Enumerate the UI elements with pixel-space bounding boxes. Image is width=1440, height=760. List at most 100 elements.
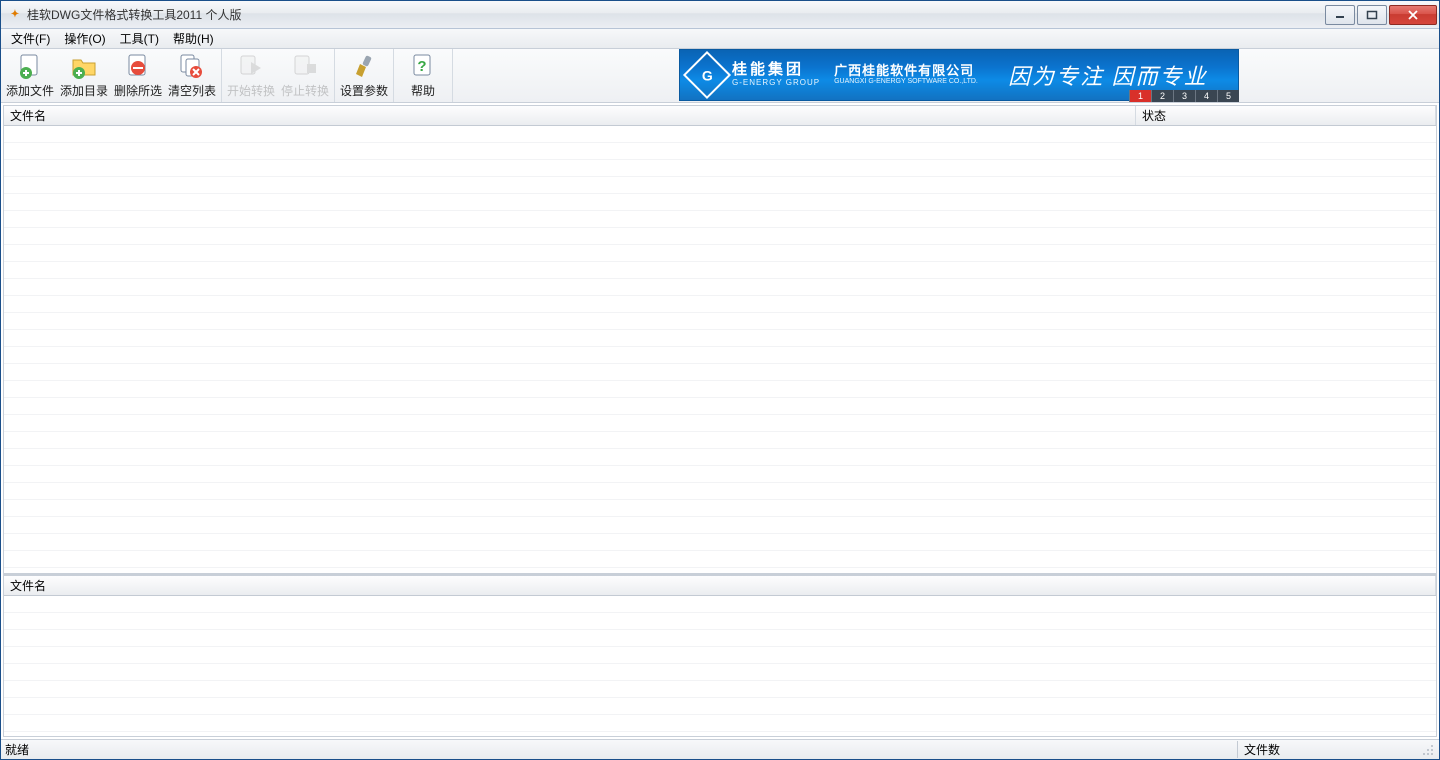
toolbar-group-settings: 设置参数 xyxy=(335,49,394,102)
table-row[interactable] xyxy=(4,415,1436,432)
start-icon xyxy=(237,52,265,80)
column-filename[interactable]: 文件名 xyxy=(4,106,1136,125)
add-file-icon xyxy=(16,52,44,80)
settings-icon xyxy=(350,52,378,80)
table-row[interactable] xyxy=(4,296,1436,313)
table-row[interactable] xyxy=(4,715,1436,732)
table-row[interactable] xyxy=(4,681,1436,698)
table-row[interactable] xyxy=(4,347,1436,364)
table-row[interactable] xyxy=(4,228,1436,245)
client-area: 文件名 状态 文件名 xyxy=(3,105,1437,737)
minimize-icon xyxy=(1334,10,1346,20)
table-row[interactable] xyxy=(4,449,1436,466)
table-row[interactable] xyxy=(4,664,1436,681)
table-row[interactable] xyxy=(4,381,1436,398)
banner-slogan: 因为专注 因而专业 xyxy=(978,59,1238,91)
table-row[interactable] xyxy=(4,466,1436,483)
banner-group-en: G-ENERGY GROUP xyxy=(732,79,820,88)
table-row[interactable] xyxy=(4,313,1436,330)
delete-icon xyxy=(124,52,152,80)
menu-tools[interactable]: 工具(T) xyxy=(114,28,165,49)
banner-page-2[interactable]: 2 xyxy=(1151,90,1173,102)
banner-page-1[interactable]: 1 xyxy=(1129,90,1151,102)
add-dir-button[interactable]: 添加目录 xyxy=(57,49,111,102)
window-title: 桂软DWG文件格式转换工具2011 个人版 xyxy=(27,6,241,23)
settings-button[interactable]: 设置参数 xyxy=(337,49,391,102)
delete-selected-button[interactable]: 删除所选 xyxy=(111,49,165,102)
banner-group-cn: 桂能集团 xyxy=(732,62,820,79)
table-row[interactable] xyxy=(4,483,1436,500)
table-row[interactable] xyxy=(4,279,1436,296)
table-row[interactable] xyxy=(4,630,1436,647)
clear-list-button[interactable]: 清空列表 xyxy=(165,49,219,102)
table-row[interactable] xyxy=(4,126,1436,143)
clear-label: 清空列表 xyxy=(168,82,216,99)
banner-group-name: 桂能集团 G-ENERGY GROUP xyxy=(732,62,820,87)
banner-logo-block: G 桂能集团 G-ENERGY GROUP 广西桂能软件有限公司 GUANGXI… xyxy=(680,58,978,92)
help-button[interactable]: ? 帮助 xyxy=(396,49,450,102)
table-row[interactable] xyxy=(4,534,1436,551)
toolbar-group-convert: 开始转换 停止转换 xyxy=(222,49,335,102)
banner-page-3[interactable]: 3 xyxy=(1173,90,1195,102)
menu-help[interactable]: 帮助(H) xyxy=(167,28,220,49)
add-file-button[interactable]: 添加文件 xyxy=(3,49,57,102)
table-row[interactable] xyxy=(4,177,1436,194)
file-list-header: 文件名 状态 xyxy=(4,106,1436,126)
start-label: 开始转换 xyxy=(227,82,275,99)
table-row[interactable] xyxy=(4,647,1436,664)
table-row[interactable] xyxy=(4,160,1436,177)
stop-icon xyxy=(291,52,319,80)
status-ready: 就绪 xyxy=(5,741,29,758)
add-file-label: 添加文件 xyxy=(6,82,54,99)
settings-label: 设置参数 xyxy=(340,82,388,99)
svg-text:?: ? xyxy=(417,58,426,75)
minimize-button[interactable] xyxy=(1325,5,1355,25)
banner-pager: 1 2 3 4 5 xyxy=(1129,90,1239,102)
table-row[interactable] xyxy=(4,398,1436,415)
file-list-body-2[interactable] xyxy=(4,596,1436,736)
close-button[interactable] xyxy=(1389,5,1437,25)
menu-bar: 文件(F) 操作(O) 工具(T) 帮助(H) xyxy=(1,29,1439,49)
toolbar-group-help: ? 帮助 xyxy=(394,49,453,102)
table-row[interactable] xyxy=(4,262,1436,279)
window-controls xyxy=(1323,5,1437,25)
table-row[interactable] xyxy=(4,596,1436,613)
stop-convert-button: 停止转换 xyxy=(278,49,332,102)
status-bar: 就绪 文件数 xyxy=(1,739,1439,759)
table-row[interactable] xyxy=(4,245,1436,262)
banner-company-name: 广西桂能软件有限公司 GUANGXI G-ENERGY SOFTWARE CO.… xyxy=(834,64,978,86)
table-row[interactable] xyxy=(4,364,1436,381)
table-row[interactable] xyxy=(4,698,1436,715)
toolbar: 添加文件 添加目录 删除所选 清空列表 xyxy=(1,49,1439,103)
table-row[interactable] xyxy=(4,143,1436,160)
column-status[interactable]: 状态 xyxy=(1136,106,1436,125)
table-row[interactable] xyxy=(4,194,1436,211)
file-list-bottom: 文件名 xyxy=(4,576,1436,736)
start-convert-button: 开始转换 xyxy=(224,49,278,102)
file-list-body[interactable] xyxy=(4,126,1436,573)
banner-page-4[interactable]: 4 xyxy=(1195,90,1217,102)
maximize-button[interactable] xyxy=(1357,5,1387,25)
menu-operate[interactable]: 操作(O) xyxy=(58,28,111,49)
menu-file[interactable]: 文件(F) xyxy=(5,28,56,49)
help-label: 帮助 xyxy=(411,82,435,99)
title-bar[interactable]: ✦ 桂软DWG文件格式转换工具2011 个人版 xyxy=(1,1,1439,29)
table-row[interactable] xyxy=(4,551,1436,568)
table-row[interactable] xyxy=(4,211,1436,228)
app-icon: ✦ xyxy=(7,7,23,23)
resize-grip-icon[interactable] xyxy=(1421,743,1435,757)
table-row[interactable] xyxy=(4,500,1436,517)
maximize-icon xyxy=(1366,10,1378,20)
add-folder-icon xyxy=(70,52,98,80)
banner-page-5[interactable]: 5 xyxy=(1217,90,1239,102)
table-row[interactable] xyxy=(4,432,1436,449)
app-window: ✦ 桂软DWG文件格式转换工具2011 个人版 文件(F) 操作(O) 工具(T… xyxy=(0,0,1440,760)
table-row[interactable] xyxy=(4,517,1436,534)
column-filename-2[interactable]: 文件名 xyxy=(4,576,1436,595)
clear-icon xyxy=(178,52,206,80)
file-list-top: 文件名 状态 xyxy=(4,106,1436,576)
table-row[interactable] xyxy=(4,330,1436,347)
table-row[interactable] xyxy=(4,613,1436,630)
status-file-count: 文件数 xyxy=(1237,741,1417,758)
stop-label: 停止转换 xyxy=(281,82,329,99)
